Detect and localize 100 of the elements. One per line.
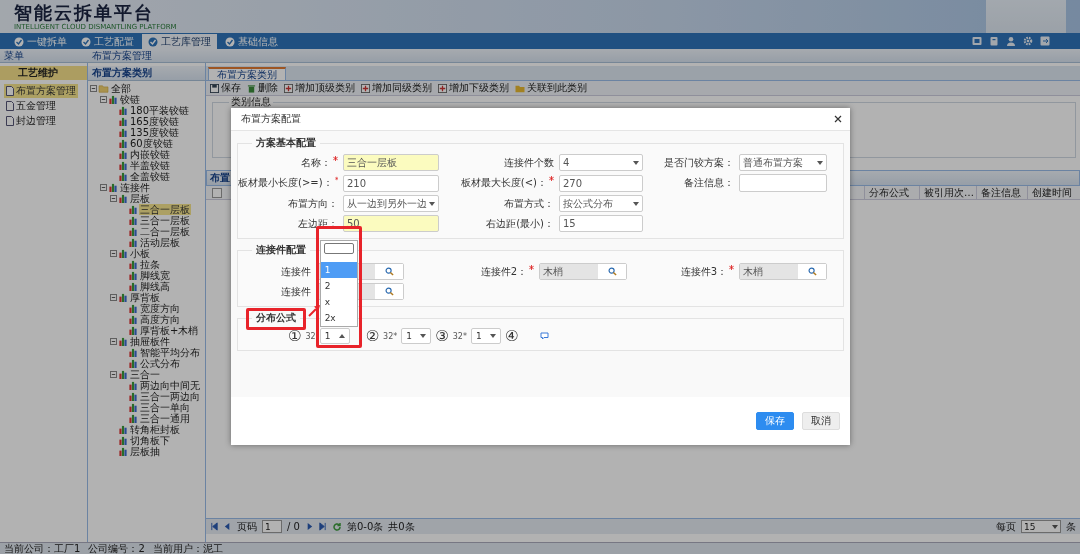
exit-icon[interactable] [1040, 36, 1050, 46]
tree-item[interactable]: 抽屉板件 [129, 336, 171, 347]
monitor-icon[interactable] [972, 36, 982, 46]
required-icon [334, 176, 338, 181]
tree-item[interactable]: 60度铰链 [129, 138, 174, 149]
tree-item[interactable]: 三合一层板 [139, 215, 191, 226]
content-tab[interactable]: 布置方案类别 [208, 67, 286, 80]
bar-chart-icon [128, 304, 138, 313]
step-number: ③ [435, 328, 449, 344]
menu-item[interactable]: 封边管理 [4, 114, 58, 128]
tree-item[interactable]: 二合一层板 [139, 226, 191, 237]
cancel-button[interactable]: 取消 [802, 412, 840, 430]
toolbar-button[interactable]: 关联到此类别 [515, 81, 587, 95]
page-size-select[interactable]: 15 [1021, 520, 1061, 533]
collapse-icon[interactable] [110, 294, 117, 301]
tree-item[interactable]: 层板 [129, 193, 151, 204]
collapse-icon[interactable] [110, 371, 117, 378]
lookup-field[interactable]: 木梢 [539, 263, 627, 280]
collapse-icon[interactable] [100, 96, 107, 103]
tree-item[interactable]: 公式分布 [139, 358, 181, 369]
select-field[interactable]: 普通布置方案 [739, 154, 827, 171]
annotation-arrow [308, 305, 320, 317]
settings-icon[interactable] [1023, 36, 1033, 46]
tree-item[interactable]: 铰链 [119, 94, 141, 105]
tree-item[interactable]: 三合一 [129, 369, 161, 380]
tree-item[interactable]: 全部 [110, 83, 132, 94]
clipboard-icon[interactable] [989, 36, 999, 46]
lookup-field[interactable]: 木梢 [739, 263, 827, 280]
collapse-icon[interactable] [110, 250, 117, 257]
nav-tab[interactable]: 一键拆单 [8, 34, 73, 49]
tree-item[interactable]: 三合一通用 [139, 413, 191, 424]
tree-item[interactable]: 切角板下 [129, 435, 171, 446]
last-page-icon[interactable] [317, 522, 327, 531]
tree-item[interactable]: 厚背板+木梢 [139, 325, 200, 336]
toolbar-button[interactable]: 增加顶级类别 [284, 81, 355, 95]
column-header[interactable]: 被引用次… [919, 186, 976, 199]
required-icon [729, 264, 734, 270]
toolbar-button[interactable]: 增加同级类别 [361, 81, 432, 95]
collapse-icon[interactable] [90, 85, 97, 92]
select-field[interactable]: 4 [559, 154, 643, 171]
tree-item[interactable]: 拉条 [139, 259, 161, 270]
tree-item[interactable]: 高度方向 [139, 314, 181, 325]
tree-item[interactable]: 半盖铰链 [129, 160, 171, 171]
tree-item[interactable]: 三合一两边向 [139, 391, 201, 402]
select-field[interactable]: 从一边到另外一边 [343, 195, 439, 212]
tree-item[interactable]: 脚线宽 [139, 270, 171, 281]
refresh-icon[interactable] [331, 521, 342, 532]
user-icon[interactable] [1006, 36, 1016, 46]
formula-select[interactable]: 1 [319, 328, 350, 344]
first-page-icon[interactable] [210, 522, 219, 531]
tree-item[interactable]: 厚背板 [129, 292, 161, 303]
tree-item[interactable]: 内嵌铰链 [129, 149, 171, 160]
text-field[interactable]: 三合一层板 [343, 154, 439, 171]
bar-chart-icon [118, 150, 128, 159]
tree-item[interactable]: 连接件 [119, 182, 151, 193]
toolbar-button[interactable]: 保存 [210, 81, 241, 95]
tree-item[interactable]: 层板抽 [129, 446, 161, 457]
column-header[interactable]: 备注信息 [976, 186, 1027, 199]
tree-item[interactable]: 全盖铰链 [129, 171, 171, 182]
text-field[interactable]: 210 [343, 174, 439, 192]
column-header[interactable]: 分布公式 [864, 186, 919, 199]
search-field[interactable] [323, 243, 354, 254]
tree-item[interactable]: 两边向中间无 [139, 380, 201, 391]
tree-item[interactable]: 165度铰链 [129, 116, 181, 127]
collapse-icon[interactable] [110, 338, 117, 345]
tree-item[interactable]: 三合一单向 [139, 402, 191, 413]
toolbar-button[interactable]: 增加下级类别 [438, 81, 509, 95]
tree-item[interactable]: 180平装铰链 [129, 105, 191, 116]
nav-tab[interactable]: 工艺库管理 [142, 34, 217, 49]
tree-item[interactable]: 小板 [129, 248, 151, 259]
tree-item[interactable]: 宽度方向 [139, 303, 181, 314]
tree-item[interactable]: 活动层板 [139, 237, 181, 248]
tree-item[interactable]: 脚线高 [139, 281, 171, 292]
close-button[interactable] [834, 115, 842, 123]
accordion-header[interactable]: 工艺维护 [0, 66, 87, 80]
search-icon [384, 287, 394, 296]
group-title: 方案基本配置 [252, 137, 320, 149]
collapse-icon[interactable] [110, 195, 117, 202]
tree-item[interactable]: 135度铰链 [129, 127, 181, 138]
menu-item[interactable]: 五金管理 [4, 99, 58, 113]
nav-tab[interactable]: 基础信息 [219, 34, 284, 49]
tree-item[interactable]: 智能平均分布 [139, 347, 201, 358]
column-header[interactable]: 创建时间 [1027, 186, 1080, 199]
required-icon [549, 176, 554, 181]
tree-item[interactable]: 转角柜封板 [129, 424, 181, 435]
text-field[interactable]: 270 [559, 174, 643, 192]
collapse-icon[interactable] [100, 184, 107, 191]
bar-chart-icon [118, 128, 128, 137]
comment-icon[interactable] [540, 332, 550, 340]
formula-select[interactable]: 1 [401, 328, 432, 344]
tree-item[interactable]: 三合一层板 [139, 204, 191, 215]
page-input[interactable]: 1 [262, 520, 282, 533]
select-field[interactable]: 按公式分布 [559, 195, 643, 212]
text-field[interactable]: 15 [559, 215, 643, 232]
toolbar-button[interactable]: 删除 [247, 81, 278, 95]
menu-item[interactable]: 布置方案管理 [4, 84, 78, 98]
nav-tab[interactable]: 工艺配置 [75, 34, 140, 49]
previous-page-icon[interactable] [223, 522, 232, 531]
checkbox[interactable] [212, 187, 222, 198]
formula-select[interactable]: 1 [470, 328, 501, 344]
